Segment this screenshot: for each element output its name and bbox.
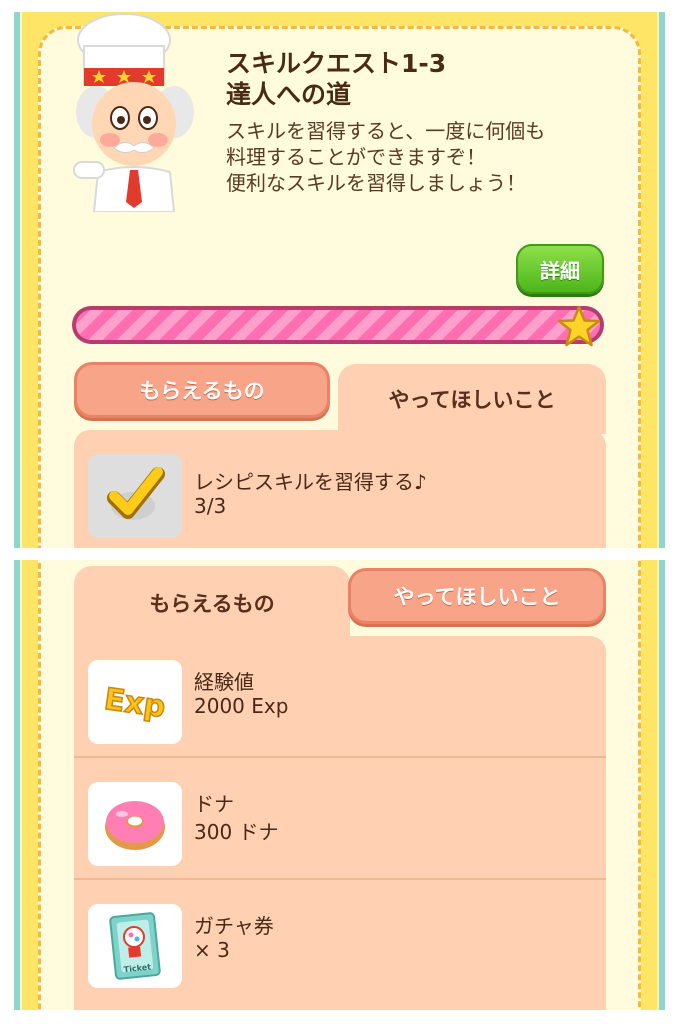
quest-desc-line2: 料理することができますぞ！	[226, 145, 486, 169]
reward-value: 300 ドナ	[194, 820, 279, 844]
list-item: Ticket ガチャ券 × 3	[74, 880, 606, 1002]
task-thumbnail	[88, 454, 182, 538]
quest-progress-fill	[76, 310, 600, 340]
tab-rewards[interactable]: もらえるもの	[74, 566, 350, 640]
tab-tasks[interactable]: やってほしいこと	[338, 364, 606, 434]
quest-description: スキルを習得すると、一度に何個も 料理することができますぞ！ 便利なスキルを習得…	[226, 118, 646, 196]
list-item: ドナ 300 ドナ	[74, 758, 606, 880]
reward-name: ガチャ券	[194, 914, 274, 938]
task-count: 3/3	[194, 494, 227, 518]
list-item: Exp 経験値 2000 Exp	[74, 636, 606, 758]
chef-avatar-icon	[73, 13, 194, 212]
gacha-ticket-icon: Ticket	[109, 912, 161, 980]
quest-panel-top: スキルクエスト1-3 達人への道 スキルを習得すると、一度に何個も 料理すること…	[14, 12, 665, 548]
list-item: レシピスキルを習得する♪ 3/3	[74, 430, 606, 548]
quest-desc-line3: 便利なスキルを習得しましょう！	[226, 171, 526, 195]
quest-panel-bottom: もらえるもの やってほしいこと Exp 経験値 2000 Exp ドナ 300 …	[14, 560, 665, 1010]
reward-list: Exp 経験値 2000 Exp ドナ 300 ドナ Ticket ガチャ券 ×…	[74, 636, 606, 1010]
quest-title: スキルクエスト1-3 達人への道	[226, 48, 626, 110]
star-icon	[557, 305, 601, 347]
reward-thumbnail: Ticket	[88, 904, 182, 988]
tab-rewards[interactable]: もらえるもの	[74, 362, 330, 418]
donut-icon	[105, 801, 165, 850]
details-button[interactable]: 詳細	[516, 244, 604, 294]
reward-name: ドナ	[194, 792, 234, 816]
svg-text:Exp: Exp	[102, 682, 168, 725]
quest-title-line2: 達人への道	[226, 80, 352, 109]
task-name: レシピスキルを習得する♪	[194, 470, 427, 494]
reward-thumbnail	[88, 782, 182, 866]
quest-progress-bar	[72, 306, 604, 344]
reward-value: × 3	[194, 938, 230, 962]
exp-icon: Exp	[101, 681, 168, 726]
reward-value: 2000 Exp	[194, 694, 289, 718]
tab-tasks[interactable]: やってほしいこと	[348, 568, 606, 624]
task-list: レシピスキルを習得する♪ 3/3	[74, 430, 606, 548]
reward-thumbnail: Exp	[88, 660, 182, 744]
checkmark-icon	[107, 467, 165, 520]
reward-name: 経験値	[194, 670, 254, 694]
quest-title-line1: スキルクエスト1-3	[226, 49, 447, 78]
quest-desc-line1: スキルを習得すると、一度に何個も	[226, 119, 546, 143]
